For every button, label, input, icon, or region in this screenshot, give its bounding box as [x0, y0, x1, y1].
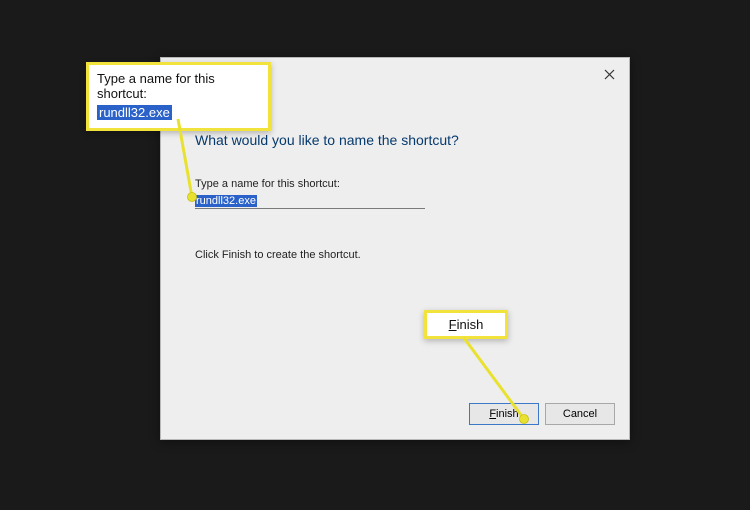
close-icon — [604, 69, 615, 80]
finish-instruction: Click Finish to create the shortcut. — [195, 249, 595, 261]
shortcut-name-label: Type a name for this shortcut: — [195, 178, 595, 190]
finish-button[interactable]: Finish — [469, 403, 539, 425]
cancel-button[interactable]: Cancel — [545, 403, 615, 425]
callout-finish-label: Finish — [449, 317, 484, 332]
shortcut-name-input[interactable]: rundll32.exe — [195, 194, 425, 209]
wizard-content: What would you like to name the shortcut… — [195, 132, 595, 261]
callout-label: Type a name for this shortcut: — [97, 71, 260, 101]
wizard-button-row: Finish Cancel — [469, 403, 615, 425]
callout-value: rundll32.exe — [97, 105, 172, 120]
callout-shortcut-name: Type a name for this shortcut: rundll32.… — [86, 62, 271, 131]
close-button[interactable] — [599, 66, 619, 84]
callout-finish-button: Finish — [424, 310, 508, 339]
wizard-heading: What would you like to name the shortcut… — [195, 132, 595, 148]
